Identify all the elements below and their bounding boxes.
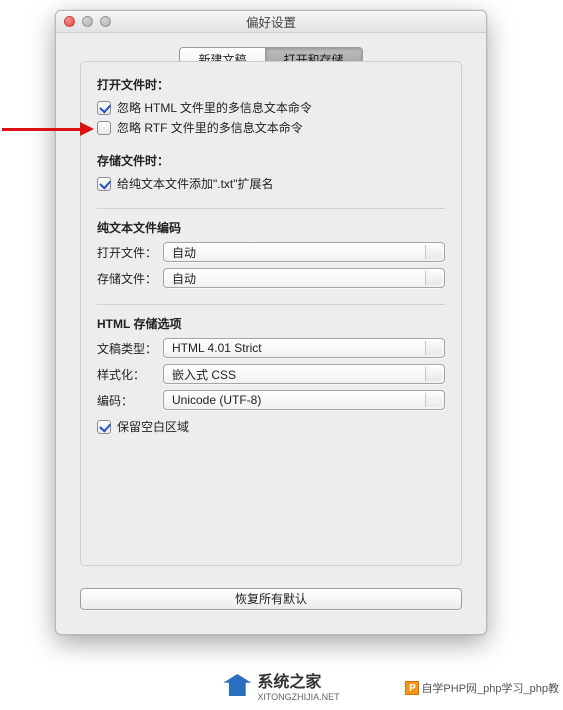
checkbox-preserve-whitespace[interactable] <box>97 420 111 434</box>
house-logo-icon <box>223 674 251 696</box>
doctype-value: HTML 4.01 Strict <box>172 341 262 355</box>
p-logo-icon: P <box>405 681 419 695</box>
page-source-link[interactable]: P 自学PHP网_php学习_php教 <box>405 680 559 696</box>
popup-arrows-icon <box>432 394 438 406</box>
popup-arrows-icon <box>432 342 438 354</box>
save-encoding-popup[interactable]: 自动 <box>163 268 445 288</box>
label-add-txt-ext: 给纯文本文件添加".txt"扩展名 <box>117 175 274 192</box>
open-encoding-label: 打开文件： <box>97 244 157 261</box>
save-encoding-value: 自动 <box>172 270 196 287</box>
page-source-text: 自学PHP网_php学习_php教 <box>421 680 559 696</box>
checkbox-ignore-html[interactable] <box>97 101 111 115</box>
doctype-popup[interactable]: HTML 4.01 Strict <box>163 338 445 358</box>
titlebar[interactable]: 偏好设置 <box>56 11 486 33</box>
window-title: 偏好设置 <box>56 12 486 31</box>
checkbox-add-txt-ext[interactable] <box>97 177 111 191</box>
style-value: 嵌入式 CSS <box>172 366 236 383</box>
separator-1 <box>97 208 445 209</box>
html-encoding-label: 编码： <box>97 392 157 409</box>
open-files-title: 打开文件时： <box>97 76 445 93</box>
window-minimize-button[interactable] <box>82 16 93 27</box>
popup-arrows-icon <box>432 368 438 380</box>
save-files-title: 存储文件时： <box>97 152 445 169</box>
footer-domain: XITONGZHIJIA.NET <box>257 692 339 702</box>
doctype-label: 文稿类型： <box>97 340 157 357</box>
restore-defaults-button[interactable]: 恢复所有默认 <box>80 588 462 610</box>
html-storage-section: HTML 存储选项 文稿类型： HTML 4.01 Strict 样式化： 嵌入… <box>97 315 445 435</box>
save-files-section: 存储文件时： 给纯文本文件添加".txt"扩展名 <box>97 152 445 192</box>
open-encoding-popup[interactable]: 自动 <box>163 242 445 262</box>
window-zoom-button[interactable] <box>100 16 111 27</box>
style-popup[interactable]: 嵌入式 CSS <box>163 364 445 384</box>
footer-brand: 系统之家 <box>257 674 321 691</box>
preferences-window: 偏好设置 新建文稿 打开和存储 打开文件时： 忽略 HTML 文件里的多信息文本… <box>55 10 487 635</box>
label-preserve-whitespace: 保留空白区域 <box>117 418 189 435</box>
label-ignore-html: 忽略 HTML 文件里的多信息文本命令 <box>117 99 312 116</box>
popup-arrows-icon <box>432 246 438 258</box>
style-label: 样式化： <box>97 366 157 383</box>
html-encoding-popup[interactable]: Unicode (UTF-8) <box>163 390 445 410</box>
settings-groupbox: 打开文件时： 忽略 HTML 文件里的多信息文本命令 忽略 RTF 文件里的多信… <box>80 61 462 566</box>
plain-text-encoding-section: 纯文本文件编码 打开文件： 自动 存储文件： 自动 <box>97 219 445 288</box>
open-encoding-value: 自动 <box>172 244 196 261</box>
open-files-section: 打开文件时： 忽略 HTML 文件里的多信息文本命令 忽略 RTF 文件里的多信… <box>97 76 445 136</box>
html-storage-title: HTML 存储选项 <box>97 315 445 332</box>
plain-text-encoding-title: 纯文本文件编码 <box>97 219 445 236</box>
separator-2 <box>97 304 445 305</box>
popup-arrows-icon <box>432 272 438 284</box>
html-encoding-value: Unicode (UTF-8) <box>172 393 261 407</box>
label-ignore-rtf: 忽略 RTF 文件里的多信息文本命令 <box>117 119 303 136</box>
window-close-button[interactable] <box>64 16 75 27</box>
save-encoding-label: 存储文件： <box>97 270 157 287</box>
checkbox-ignore-rtf[interactable] <box>97 121 111 135</box>
